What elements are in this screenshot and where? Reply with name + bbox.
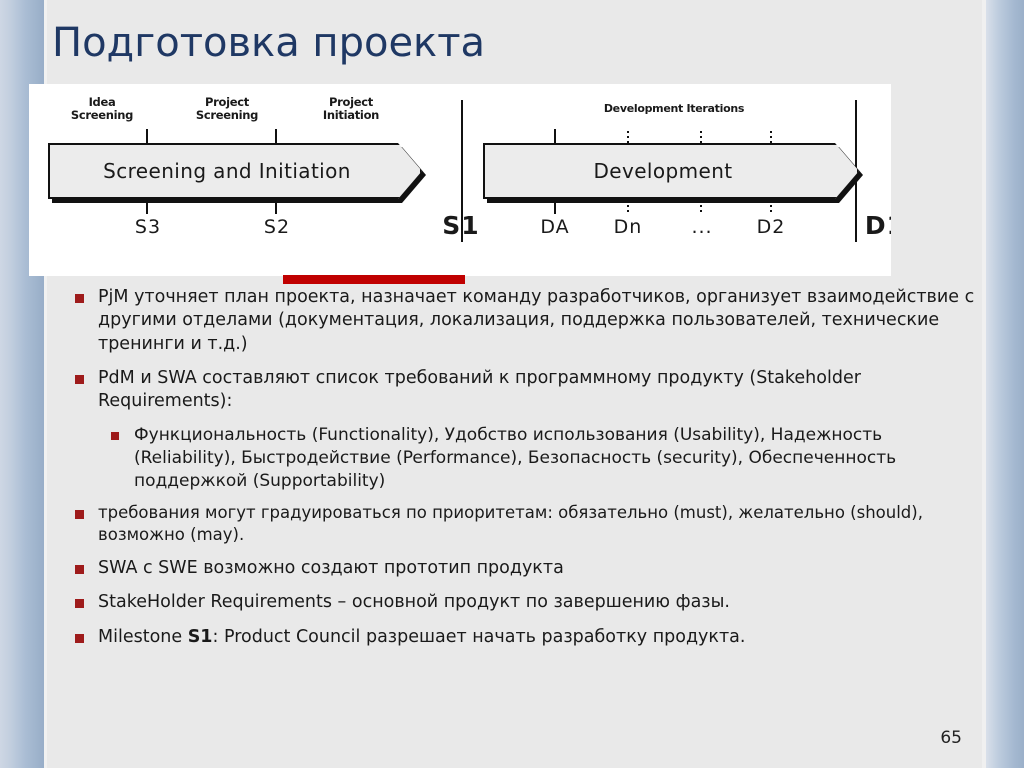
bullet-marker-icon: [111, 432, 119, 441]
list-item: требования могут градуироваться по приор…: [56, 502, 986, 546]
diagram-milestone-d1: D1: [864, 211, 891, 240]
diagram-tick-s2-bottom: [275, 198, 277, 214]
slide-canvas: Подготовка проекта Idea Screening Projec…: [0, 0, 1024, 768]
bullet-list: PjM уточняет план проекта, назначает ком…: [56, 286, 986, 660]
diagram-tick-dn-bottom: [627, 200, 629, 214]
diagram-milestone-da: DA: [540, 216, 570, 238]
diagram-tick-mid-top: [700, 131, 702, 145]
bullet-marker-icon: [75, 599, 84, 609]
diagram-tick-s2-top: [275, 129, 277, 145]
bullet-marker-icon: [75, 565, 84, 575]
diagram-milestone-ellipsis: ...: [691, 216, 713, 238]
diagram-milestone-dn: Dn: [613, 216, 643, 238]
diagram-tick-s3-bottom: [146, 198, 148, 214]
page-number: 65: [940, 728, 962, 748]
list-item-text: требования могут градуироваться по приор…: [98, 503, 923, 545]
list-item-text-before: Milestone: [98, 626, 188, 647]
list-item-text: StakeHolder Requirements – основной прод…: [98, 592, 730, 613]
list-item: StakeHolder Requirements – основной прод…: [56, 591, 986, 614]
list-item-nested: Функциональность (Functionality), Удобст…: [56, 424, 986, 492]
diagram-phase-box-development: Development: [483, 143, 859, 199]
red-accent-bar: [283, 275, 465, 284]
diagram-milestone-s3: S3: [134, 216, 162, 238]
right-decorative-band: [986, 0, 1024, 768]
caption-line-2: Initiation: [322, 107, 380, 122]
list-item-text-bold: S1: [187, 626, 213, 647]
bullet-marker-icon: [75, 510, 84, 520]
caption-line-2: Screening: [195, 107, 259, 122]
list-item-text: SWA с SWE возможно создают прототип прод…: [98, 558, 564, 579]
page-title: Подготовка проекта: [52, 20, 486, 66]
diagram-phase-box-screening-initiation: Screening and Initiation: [48, 143, 422, 199]
list-item-text: PdM и SWA составляют список требований к…: [98, 367, 861, 412]
diagram-phase-box-label: Screening and Initiation: [103, 159, 351, 183]
caption-line-2: Screening: [70, 107, 134, 122]
diagram-milestone-s2: S2: [263, 216, 291, 238]
diagram-caption-development-iterations: Development Iterations: [603, 102, 745, 115]
diagram-phase-box-label: Development: [593, 159, 733, 183]
diagram-tick-s3-top: [146, 129, 148, 145]
list-item-text: Функциональность (Functionality), Удобст…: [134, 425, 897, 491]
diagram-tick-da-top: [554, 129, 556, 145]
diagram-milestone-d2: D2: [756, 216, 786, 238]
diagram-tick-d2-top: [770, 131, 772, 145]
diagram-tick-d2-bottom: [770, 200, 772, 214]
diagram-caption-project-initiation: Project Initiation: [291, 96, 411, 122]
project-phases-diagram: Idea Screening Project Screening Project…: [29, 84, 891, 276]
diagram-tick-da-bottom: [554, 198, 556, 214]
list-item: PdM и SWA составляют список требований к…: [56, 367, 986, 414]
bullet-marker-icon: [75, 294, 84, 303]
diagram-milestone-s1: S1: [442, 211, 480, 240]
list-item-text: PjM уточняет план проекта, назначает ком…: [98, 287, 975, 354]
list-item-milestone: Milestone S1: Product Council разрешает …: [56, 626, 986, 649]
bullet-marker-icon: [75, 374, 84, 384]
list-item: SWA с SWE возможно создают прототип прод…: [56, 557, 986, 580]
diagram-caption-idea-screening: Idea Screening: [47, 96, 157, 122]
bullet-marker-icon: [75, 633, 84, 643]
diagram-tick-dn-top: [627, 131, 629, 145]
diagram-tick-mid-bottom: [700, 200, 702, 214]
list-item: PjM уточняет план проекта, назначает ком…: [56, 286, 986, 356]
diagram-caption-project-screening: Project Screening: [167, 96, 287, 122]
list-item-text-after: : Product Council разрешает начать разра…: [212, 626, 746, 647]
